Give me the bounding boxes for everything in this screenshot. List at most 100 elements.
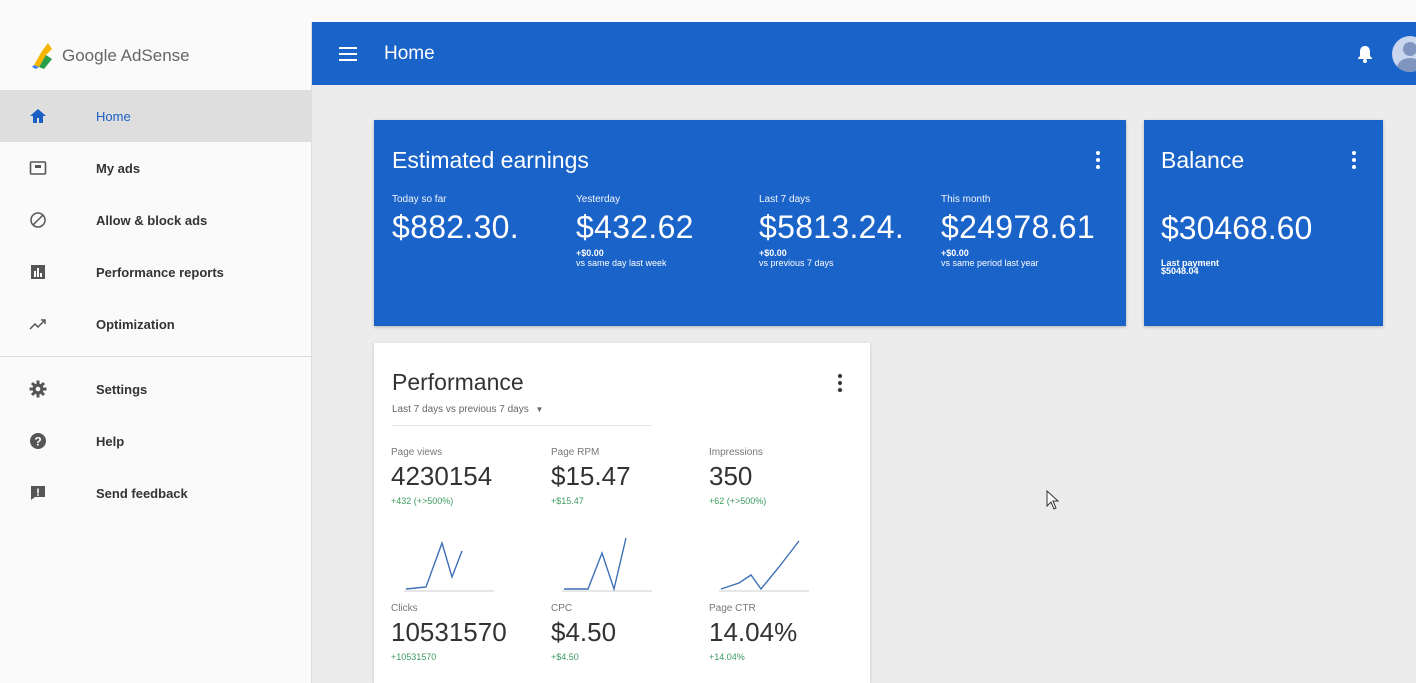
sidebar-item-allow-block-ads[interactable]: Allow & block ads: [0, 194, 311, 246]
more-vert-icon: [1352, 158, 1356, 162]
page-title: Home: [384, 42, 435, 64]
sidebar-item-label: Send feedback: [96, 485, 188, 501]
impressions-sparkline: [719, 540, 809, 592]
bell-icon: [1358, 45, 1372, 63]
bar-chart-icon: [0, 262, 96, 282]
metric-change: +432 (+>500%): [391, 496, 454, 506]
sidebar: Google AdSense Home My ads Allow & block…: [0, 22, 312, 683]
sidebar-item-label: Settings: [96, 381, 148, 397]
sidebar-item-send-feedback[interactable]: Send feedback: [0, 467, 311, 519]
sidebar-item-label: Allow & block ads: [96, 212, 208, 228]
metric-change: +10531570: [391, 652, 437, 662]
metric-label: Clicks: [391, 603, 418, 614]
mouse-cursor-icon: [1046, 490, 1060, 510]
account-avatar[interactable]: [1392, 35, 1416, 72]
sidebar-item-help[interactable]: ? Help: [0, 415, 311, 467]
more-vert-icon: [1096, 158, 1100, 162]
metric-impressions[interactable]: Impressions 350 +62 (+>500%): [709, 447, 859, 506]
earnings-change: +$0.00: [576, 248, 604, 258]
performance-card: Performance Last 7 days vs previous 7 da…: [374, 343, 870, 683]
metric-label: Page CTR: [709, 603, 756, 614]
ad-unit-icon: [0, 158, 96, 178]
more-vert-icon: [838, 381, 842, 385]
sidebar-item-optimization[interactable]: Optimization: [0, 298, 311, 350]
balance-card: Balance $30468.60 Last payment $5048.04: [1144, 120, 1383, 326]
last-payment-value: $5048.04: [1161, 266, 1199, 276]
sidebar-item-label: Optimization: [96, 316, 175, 332]
earnings-label: Last 7 days: [759, 194, 811, 205]
metric-page-rpm[interactable]: Page RPM $15.47 +$15.47: [551, 447, 701, 506]
more-vert-icon: [1352, 165, 1356, 169]
app-name: Google AdSense: [62, 46, 190, 65]
sidebar-item-settings[interactable]: Settings: [0, 363, 311, 415]
performance-more-button[interactable]: [830, 373, 850, 393]
earnings-comparison: vs same day last week: [576, 258, 667, 268]
earnings-today[interactable]: Today so far $882.30.: [392, 194, 519, 246]
divider: [392, 425, 652, 426]
menu-button[interactable]: [312, 46, 384, 61]
dropdown-arrow-icon: ▼: [535, 405, 544, 414]
metric-value: $15.47: [551, 461, 631, 491]
sidebar-item-label: Home: [96, 108, 131, 124]
earnings-label: This month: [941, 194, 991, 205]
earnings-last-7-days[interactable]: Last 7 days $5813.24. +$0.00 vs previous…: [759, 194, 904, 268]
more-vert-icon: [1096, 151, 1100, 155]
trending-up-icon: [0, 314, 96, 334]
metric-label: Page RPM: [551, 447, 600, 458]
earnings-value: $882.30.: [392, 209, 519, 245]
balance-more-button[interactable]: [1344, 150, 1364, 170]
hamburger-menu-icon: [339, 46, 357, 61]
earnings-change: +$0.00: [941, 248, 969, 258]
date-range-label: Last 7 days vs previous 7 days: [392, 404, 529, 415]
more-vert-icon: [838, 388, 842, 392]
page-views-sparkline: [404, 540, 494, 592]
metric-label: Impressions: [709, 447, 763, 458]
metric-value: 4230154: [391, 461, 493, 491]
earnings-comparison: vs previous 7 days: [759, 258, 834, 268]
block-icon: [0, 210, 96, 230]
card-title: Balance: [1161, 147, 1245, 173]
earnings-yesterday[interactable]: Yesterday $432.62 +$0.00 vs same day las…: [576, 194, 694, 268]
sidebar-item-performance-reports[interactable]: Performance reports: [0, 246, 311, 298]
earnings-change: +$0.00: [759, 248, 787, 258]
metric-change: +$15.47: [551, 496, 584, 506]
metric-page-ctr[interactable]: Page CTR 14.04% +14.04%: [709, 603, 859, 662]
sidebar-item-label: Help: [96, 433, 125, 449]
adsense-logo-icon: [32, 43, 52, 69]
page-rpm-sparkline: [562, 537, 652, 592]
feedback-icon: [0, 483, 96, 503]
earnings-this-month[interactable]: This month $24978.61 +$0.00 vs same peri…: [941, 194, 1095, 268]
earnings-more-button[interactable]: [1088, 150, 1108, 170]
metric-page-views[interactable]: Page views 4230154 +432 (+>500%): [391, 447, 541, 506]
earnings-label: Today so far: [392, 194, 447, 205]
metric-clicks[interactable]: Clicks 10531570 +10531570: [391, 603, 541, 662]
sidebar-item-home[interactable]: Home: [0, 90, 311, 142]
sidebar-item-my-ads[interactable]: My ads: [0, 142, 311, 194]
earnings-comparison: vs same period last year: [941, 258, 1039, 268]
metric-value: 14.04%: [709, 617, 798, 647]
sidebar-item-label: My ads: [96, 160, 141, 176]
app-logo[interactable]: Google AdSense: [0, 22, 311, 90]
metric-value: 350: [709, 461, 753, 491]
metric-label: CPC: [551, 603, 573, 614]
metric-value: $4.50: [551, 617, 617, 647]
metric-cpc[interactable]: CPC $4.50 +$4.50: [551, 603, 701, 662]
earnings-value: $432.62: [576, 209, 694, 245]
card-title: Performance: [392, 369, 524, 395]
date-range-dropdown[interactable]: Last 7 days vs previous 7 days ▼: [392, 404, 543, 415]
estimated-earnings-card: Estimated earnings Today so far $882.30.…: [374, 120, 1126, 326]
earnings-value: $24978.61: [941, 209, 1095, 245]
gear-icon: [0, 379, 96, 399]
card-title: Estimated earnings: [392, 147, 589, 173]
svg-text:?: ?: [34, 435, 41, 449]
more-vert-icon: [1096, 165, 1100, 169]
metric-change: +$4.50: [551, 652, 579, 662]
more-vert-icon: [838, 374, 842, 378]
earnings-value: $5813.24.: [759, 209, 905, 245]
home-icon: [0, 106, 96, 126]
metric-change: +14.04%: [709, 652, 745, 662]
top-app-bar: Home: [312, 22, 1416, 85]
notifications-button[interactable]: [1348, 45, 1382, 63]
metric-label: Page views: [391, 447, 443, 458]
metric-value: 10531570: [391, 617, 507, 647]
